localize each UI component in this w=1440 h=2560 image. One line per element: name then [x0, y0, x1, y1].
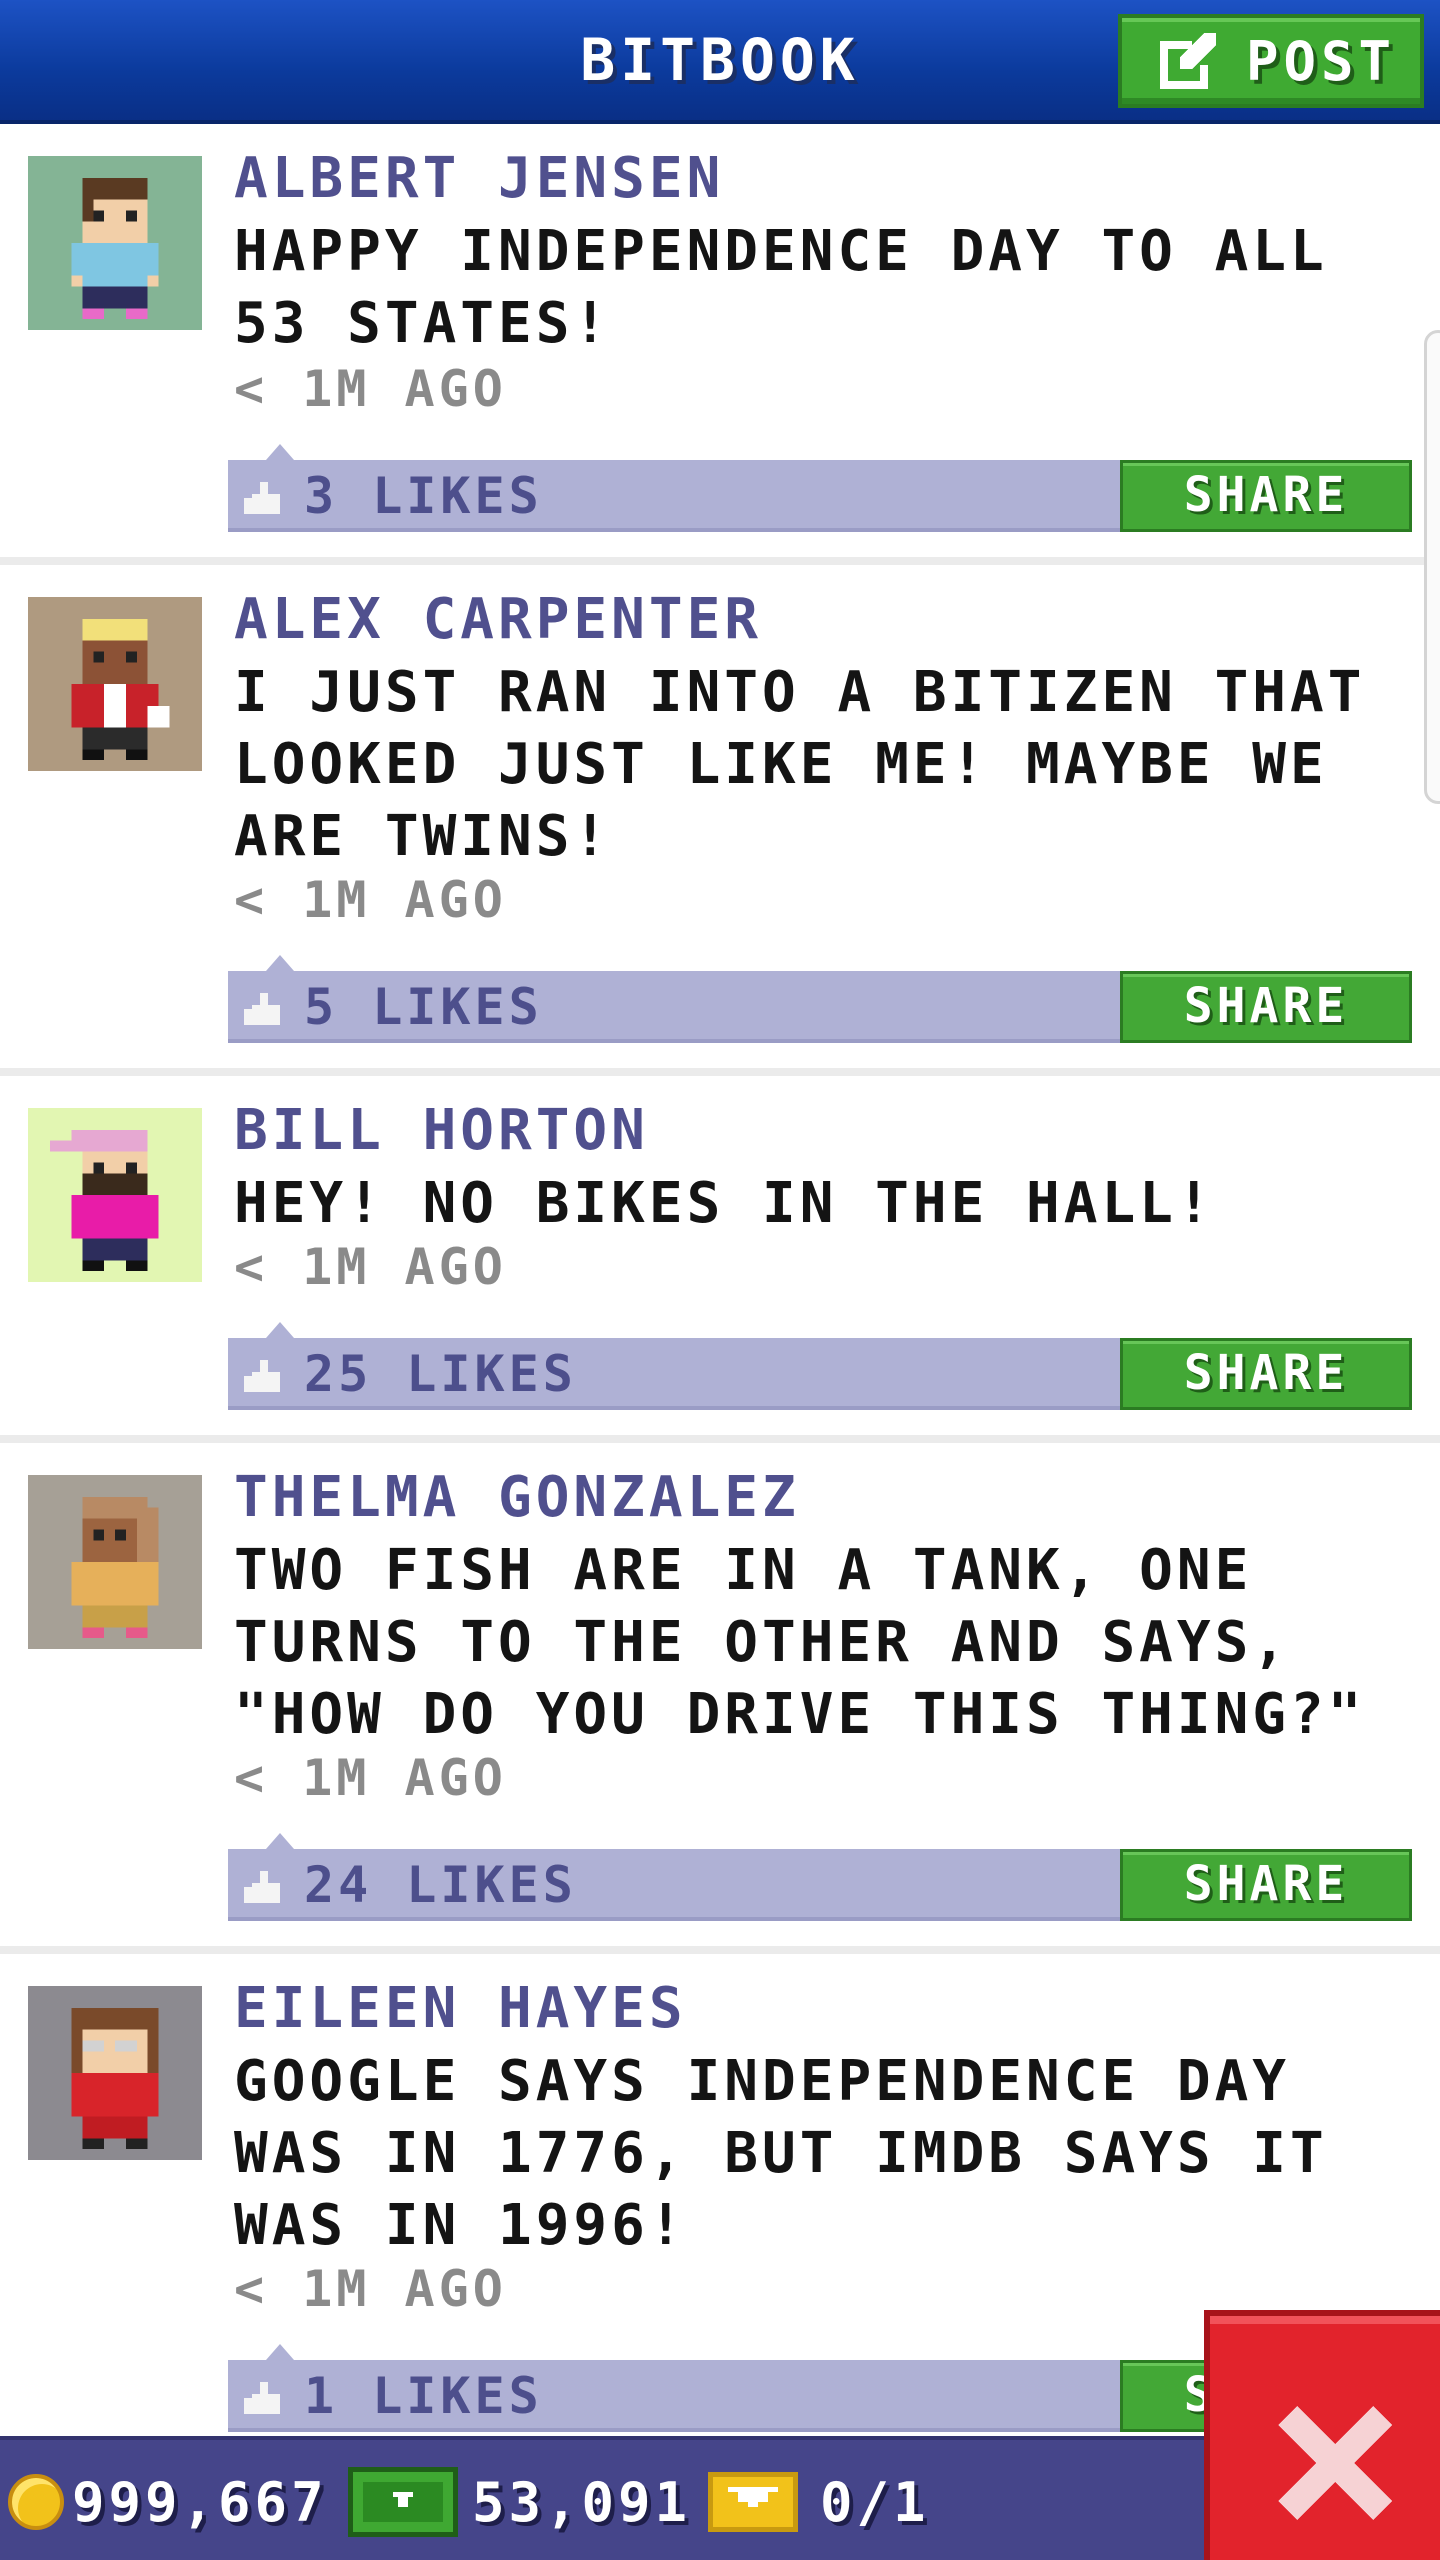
like-bar: 24 LIKES SHARE: [228, 1833, 1412, 1921]
post-author[interactable]: ALBERT JENSEN: [234, 146, 724, 211]
post-timestamp: < 1M AGO: [234, 1749, 507, 1807]
post-timestamp: < 1M AGO: [234, 871, 507, 929]
like-count[interactable]: 3 LIKES: [304, 460, 543, 532]
feed-post: ALBERT JENSEN HAPPY INDEPENDENCE DAY TO …: [0, 124, 1440, 565]
like-count[interactable]: 25 LIKES: [304, 1338, 577, 1410]
post-author[interactable]: EILEEN HAYES: [234, 1976, 687, 2041]
close-icon: [1278, 2406, 1392, 2520]
close-button[interactable]: [1204, 2310, 1440, 2560]
like-count[interactable]: 24 LIKES: [304, 1849, 577, 1921]
post-timestamp: < 1M AGO: [234, 2260, 507, 2318]
ticket-icon: [708, 2472, 798, 2532]
like-icon: [244, 1360, 280, 1392]
post-feed[interactable]: ALBERT JENSEN HAPPY INDEPENDENCE DAY TO …: [0, 124, 1440, 2436]
avatar-albert-icon[interactable]: [28, 156, 202, 330]
feed-post: THELMA GONZALEZ TWO FISH ARE IN A TANK, …: [0, 1443, 1440, 1954]
post-text: HAPPY INDEPENDENCE DAY TO ALL 53 STATES!: [234, 219, 1328, 356]
bux-icon: [348, 2467, 458, 2537]
post-author[interactable]: ALEX CARPENTER: [234, 587, 762, 652]
compose-icon: [1160, 33, 1216, 89]
feed-post: ALEX CARPENTER I JUST RAN INTO A BITIZEN…: [0, 565, 1440, 1076]
header-bar: BITBOOK POST: [0, 0, 1440, 124]
like-bar: 25 LIKES SHARE: [228, 1322, 1412, 1410]
bux-value: 53,091: [472, 2470, 692, 2534]
bitbook-screen: BITBOOK POST ALBERT JENSEN HAPPY INDEPEN…: [0, 0, 1440, 2560]
coins-value: 999,667: [72, 2470, 328, 2534]
like-count[interactable]: 1 LIKES: [304, 2360, 543, 2432]
like-bar: 5 LIKES SHARE: [228, 955, 1412, 1043]
share-button[interactable]: SHARE: [1120, 460, 1412, 532]
avatar-alex-icon[interactable]: [28, 597, 202, 771]
like-count[interactable]: 5 LIKES: [304, 971, 543, 1043]
tickets-display: 0/1: [706, 2440, 930, 2560]
scroll-handle[interactable]: [1424, 330, 1440, 804]
avatar-bill-icon[interactable]: [28, 1108, 202, 1282]
post-text: TWO FISH ARE IN A TANK, ONE TURNS TO THE…: [234, 1538, 1366, 1747]
post-timestamp: < 1M AGO: [234, 1238, 507, 1296]
coins-display: 999,667: [8, 2440, 328, 2560]
like-icon: [244, 482, 280, 514]
post-timestamp: < 1M AGO: [234, 360, 507, 418]
tickets-value: 0/1: [820, 2470, 930, 2534]
avatar-thelma-icon[interactable]: [28, 1475, 202, 1649]
like-bar: 3 LIKES SHARE: [228, 444, 1412, 532]
post-text: I JUST RAN INTO A BITIZEN THAT LOOKED JU…: [234, 660, 1366, 869]
bux-display: 53,091: [348, 2440, 691, 2560]
post-button-label: POST: [1246, 29, 1397, 93]
like-icon: [244, 2382, 280, 2414]
post-text: HEY! NO BIKES IN THE HALL!: [234, 1171, 1215, 1236]
post-author[interactable]: BILL HORTON: [234, 1098, 649, 1163]
post-text: GOOGLE SAYS INDEPENDENCE DAY WAS IN 1776…: [234, 2049, 1328, 2258]
post-button[interactable]: POST: [1118, 14, 1424, 108]
share-button[interactable]: SHARE: [1120, 1338, 1412, 1410]
feed-post: BILL HORTON HEY! NO BIKES IN THE HALL! <…: [0, 1076, 1440, 1443]
avatar-eileen-icon[interactable]: [28, 1986, 202, 2160]
coin-icon: [8, 2474, 64, 2530]
post-author[interactable]: THELMA GONZALEZ: [234, 1465, 800, 1530]
share-button[interactable]: SHARE: [1120, 1849, 1412, 1921]
like-icon: [244, 1871, 280, 1903]
like-icon: [244, 993, 280, 1025]
share-button[interactable]: SHARE: [1120, 971, 1412, 1043]
